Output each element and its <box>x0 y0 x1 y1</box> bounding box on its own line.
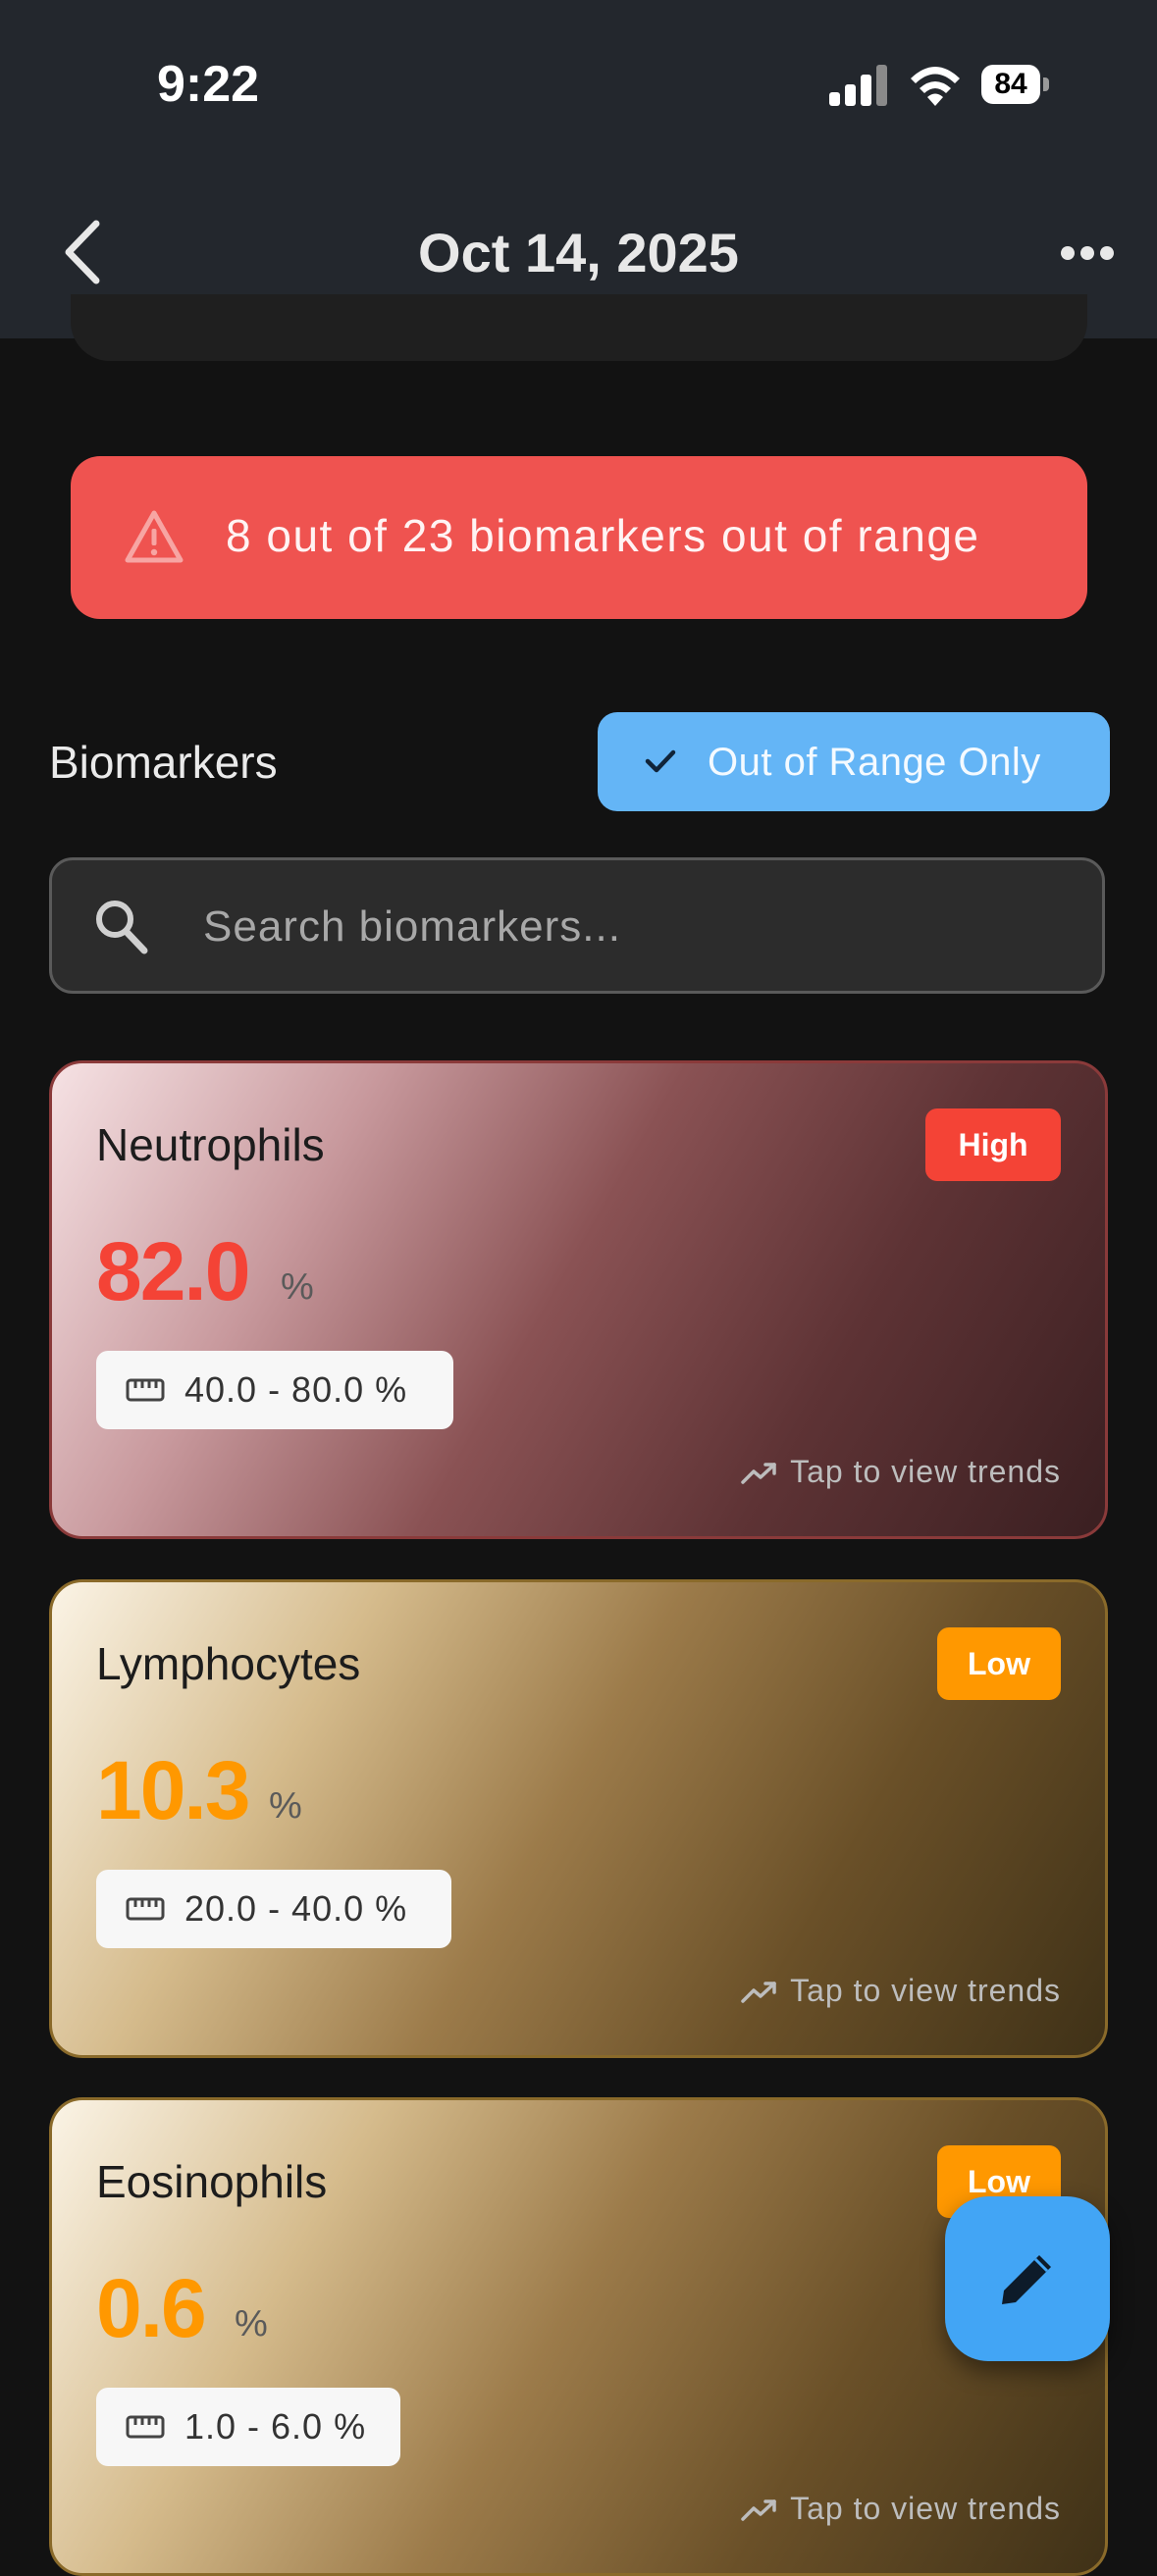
pencil-icon <box>1002 2255 1051 2304</box>
trending-up-icon <box>741 1463 776 1484</box>
cellular-signal-icon <box>829 65 887 106</box>
reference-range: 1.0 - 6.0 % <box>96 2388 400 2466</box>
collapsed-summary-card <box>71 294 1087 361</box>
biomarker-value: 0.6 <box>96 2262 207 2354</box>
page-title: Oct 14, 2025 <box>418 222 739 283</box>
biomarker-value: 82.0 <box>96 1225 250 1317</box>
ruler-icon <box>126 1378 165 1402</box>
check-icon <box>645 749 676 773</box>
view-trends-label: Tap to view trends <box>790 1454 1061 1489</box>
wifi-icon <box>911 67 960 106</box>
biomarker-name: Eosinophils <box>96 2156 328 2207</box>
biomarker-unit: % <box>235 2303 268 2344</box>
trending-up-icon <box>741 2499 776 2521</box>
reference-range-text: 40.0 - 80.0 % <box>184 1369 408 1410</box>
reference-range-text: 20.0 - 40.0 % <box>184 1888 408 1929</box>
edit-fab-button[interactable] <box>945 2196 1110 2361</box>
view-trends-link[interactable]: Tap to view trends <box>741 2491 1061 2527</box>
search-icon <box>96 901 148 954</box>
ruler-icon <box>126 1897 165 1921</box>
ruler-icon <box>126 2415 165 2439</box>
reference-range: 40.0 - 80.0 % <box>96 1351 453 1429</box>
search-bar[interactable] <box>49 857 1105 994</box>
status-badge: High <box>925 1108 1061 1181</box>
biomarker-name: Lymphocytes <box>96 1638 361 1689</box>
more-horizontal-icon[interactable] <box>1060 243 1115 263</box>
status-badge: Low <box>937 1627 1061 1700</box>
biomarker-unit: % <box>281 1266 314 1308</box>
filter-label: Out of Range Only <box>708 741 1041 784</box>
view-trends-link[interactable]: Tap to view trends <box>741 1973 1061 2009</box>
reference-range: 20.0 - 40.0 % <box>96 1870 451 1948</box>
battery-icon: 84 <box>981 65 1049 104</box>
biomarker-unit: % <box>269 1785 302 1827</box>
status-time: 9:22 <box>157 56 260 113</box>
biomarker-card-neutrophils[interactable]: Neutrophils High 82.0 % 40.0 - 80.0 % Ta… <box>49 1060 1108 1539</box>
reference-range-text: 1.0 - 6.0 % <box>184 2406 367 2447</box>
view-trends-link[interactable]: Tap to view trends <box>741 1454 1061 1490</box>
battery-level: 84 <box>981 65 1040 104</box>
trending-up-icon <box>741 1982 776 2003</box>
warning-triangle-icon <box>125 510 184 563</box>
section-title: Biomarkers <box>49 737 278 788</box>
out-of-range-filter-toggle[interactable]: Out of Range Only <box>598 712 1110 811</box>
biomarker-value: 10.3 <box>96 1744 250 1836</box>
view-trends-label: Tap to view trends <box>790 1973 1061 2008</box>
view-trends-label: Tap to view trends <box>790 2491 1061 2526</box>
biomarker-name: Neutrophils <box>96 1119 325 1170</box>
biomarker-card-lymphocytes[interactable]: Lymphocytes Low 10.3 % 20.0 - 40.0 % Tap… <box>49 1579 1108 2058</box>
status-bar: 9:22 84 <box>0 0 1157 157</box>
search-input[interactable] <box>201 892 1069 962</box>
out-of-range-alert: 8 out of 23 biomarkers out of range <box>71 456 1087 619</box>
alert-text: 8 out of 23 biomarkers out of range <box>226 510 980 561</box>
